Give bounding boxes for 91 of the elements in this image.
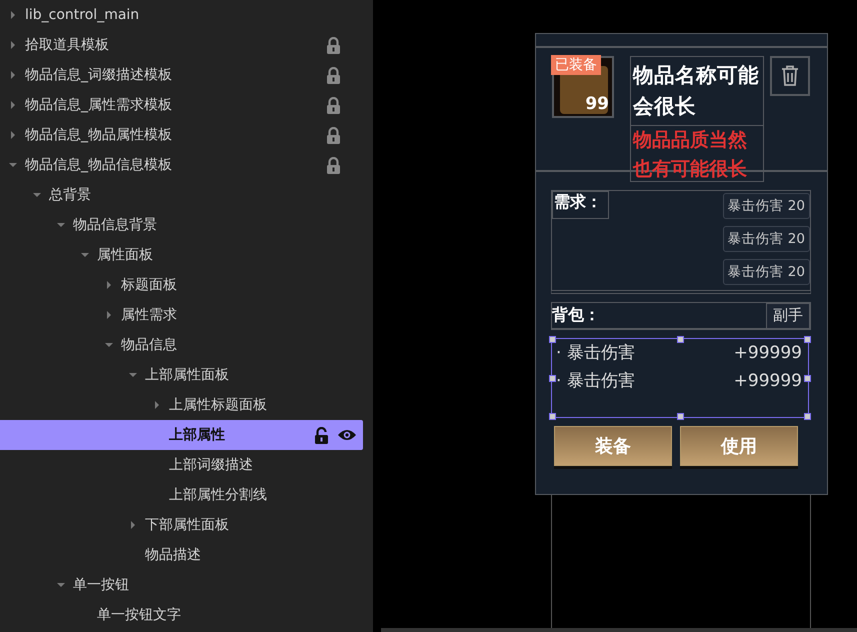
- tree-item-label: 属性面板: [97, 246, 153, 264]
- expand-arrow-icon[interactable]: [10, 71, 14, 79]
- collapse-arrow-icon[interactable]: [128, 373, 136, 377]
- tree-item[interactable]: 上部词缀描述: [0, 450, 373, 480]
- tree-item-label: 上部属性: [169, 426, 225, 444]
- eye-icon[interactable]: [337, 428, 357, 442]
- collapse-arrow-icon[interactable]: [104, 343, 112, 347]
- tree-item-label: 物品信息_属性需求模板: [25, 96, 172, 114]
- tree-item[interactable]: 下部属性面板: [0, 510, 373, 540]
- resize-handle[interactable]: [677, 413, 684, 420]
- tree-item-label: 上部属性分割线: [169, 486, 267, 504]
- tree-item[interactable]: 单一按钮文字: [0, 600, 373, 630]
- lock-icon[interactable]: [326, 36, 341, 54]
- tree-item[interactable]: 上部属性分割线: [0, 480, 373, 510]
- scrollbar[interactable]: [381, 628, 857, 632]
- delete-button[interactable]: [770, 56, 810, 96]
- tree-item[interactable]: 物品描述: [0, 540, 373, 570]
- tree-item-label: 下部属性面板: [145, 516, 229, 534]
- tree-item-label: 上属性标题面板: [169, 396, 267, 414]
- item-name: 物品名称可能会很长: [631, 57, 763, 126]
- tree-item[interactable]: 总背景: [0, 180, 373, 210]
- tree-item[interactable]: 物品信息_物品属性模板: [0, 120, 373, 150]
- lock-icon[interactable]: [326, 156, 341, 174]
- requirement-tag: 暴击伤害 20: [722, 226, 810, 252]
- item-quality: 物品品质当然也有可能很长: [632, 128, 748, 182]
- tree-item-label: 物品信息_物品属性模板: [25, 126, 172, 144]
- resize-handle[interactable]: [549, 375, 556, 382]
- lock-icon[interactable]: [326, 126, 341, 144]
- tree-item-label: 总背景: [49, 186, 91, 204]
- expand-arrow-icon[interactable]: [10, 11, 14, 19]
- tree-item-label: 物品信息: [121, 336, 177, 354]
- collapse-arrow-icon[interactable]: [56, 583, 64, 587]
- attribute-name: · 暴击伤害: [556, 370, 635, 393]
- collapse-arrow-icon[interactable]: [8, 163, 16, 167]
- resize-handle[interactable]: [804, 336, 811, 343]
- lock-icon[interactable]: [326, 96, 341, 114]
- tree-item-label: 单一按钮文字: [97, 606, 181, 624]
- expand-arrow-icon[interactable]: [130, 521, 134, 529]
- tree-item-label: 属性需求: [121, 306, 177, 324]
- tree-item-label: lib_control_main: [25, 7, 140, 23]
- collapse-arrow-icon[interactable]: [80, 253, 88, 257]
- item-count: 99: [585, 94, 609, 114]
- expand-arrow-icon[interactable]: [154, 401, 158, 409]
- resize-handle[interactable]: [804, 413, 811, 420]
- expand-arrow-icon[interactable]: [10, 101, 14, 109]
- tree-item[interactable]: 物品信息_属性需求模板: [0, 90, 373, 120]
- tree-item[interactable]: 物品信息背景: [0, 210, 373, 240]
- expand-arrow-icon[interactable]: [10, 131, 14, 139]
- tree-item[interactable]: 属性面板: [0, 240, 373, 270]
- tree-item-label: 物品信息背景: [73, 216, 157, 234]
- tree-item[interactable]: 拾取道具模板: [0, 30, 373, 60]
- tree-item[interactable]: 物品信息_物品信息模板: [0, 150, 373, 180]
- tree-item[interactable]: 上属性标题面板: [0, 390, 373, 420]
- expand-arrow-icon[interactable]: [106, 311, 110, 319]
- requirement-tag: 暴击伤害 20: [722, 259, 810, 285]
- tree-item-label: 标题面板: [121, 276, 177, 294]
- resize-handle[interactable]: [549, 336, 556, 343]
- tree-item-label: 物品信息_词缀描述模板: [25, 66, 172, 84]
- expand-arrow-icon[interactable]: [10, 41, 14, 49]
- equipped-badge: 已装备: [551, 55, 601, 75]
- attribute-value: +99999: [734, 342, 802, 365]
- unlock-icon[interactable]: [314, 426, 329, 444]
- tree-item-label: 物品描述: [145, 546, 201, 564]
- expand-arrow-icon[interactable]: [106, 281, 110, 289]
- resize-handle[interactable]: [804, 375, 811, 382]
- trash-icon: [780, 65, 800, 87]
- lock-icon[interactable]: [326, 66, 341, 84]
- tree-item[interactable]: 属性需求: [0, 300, 373, 330]
- requirements-label: 需求：: [552, 191, 609, 219]
- tree-item[interactable]: lib_control_main: [0, 0, 373, 30]
- attribute-value: +99999: [734, 370, 802, 393]
- requirement-tag: 暴击伤害 20: [722, 193, 810, 219]
- offhand-button[interactable]: 副手: [766, 302, 810, 328]
- selection-box[interactable]: · 暴击伤害 +99999 · 暴击伤害 +99999: [551, 338, 809, 418]
- tree-item[interactable]: 物品信息_词缀描述模板: [0, 60, 373, 90]
- tree-item[interactable]: 标题面板: [0, 270, 373, 300]
- tree-item[interactable]: 上部属性面板: [0, 360, 373, 390]
- collapse-arrow-icon[interactable]: [32, 193, 40, 197]
- attribute-name: · 暴击伤害: [556, 342, 635, 365]
- tree-item-label: 物品信息_物品信息模板: [25, 156, 172, 174]
- bag-label: 背包：: [552, 305, 600, 326]
- collapse-arrow-icon[interactable]: [56, 223, 64, 227]
- tree-item[interactable]: 单一按钮: [0, 570, 373, 600]
- tree-item-label: 上部属性面板: [145, 366, 229, 384]
- tree-item[interactable]: 上部属性: [0, 420, 363, 450]
- tree-item-label: 上部词缀描述: [169, 456, 253, 474]
- tree-item[interactable]: 物品信息: [0, 330, 373, 360]
- resize-handle[interactable]: [549, 413, 556, 420]
- tree-item-label: 单一按钮: [73, 576, 129, 594]
- tree-item-label: 拾取道具模板: [25, 36, 109, 54]
- resize-handle[interactable]: [677, 336, 684, 343]
